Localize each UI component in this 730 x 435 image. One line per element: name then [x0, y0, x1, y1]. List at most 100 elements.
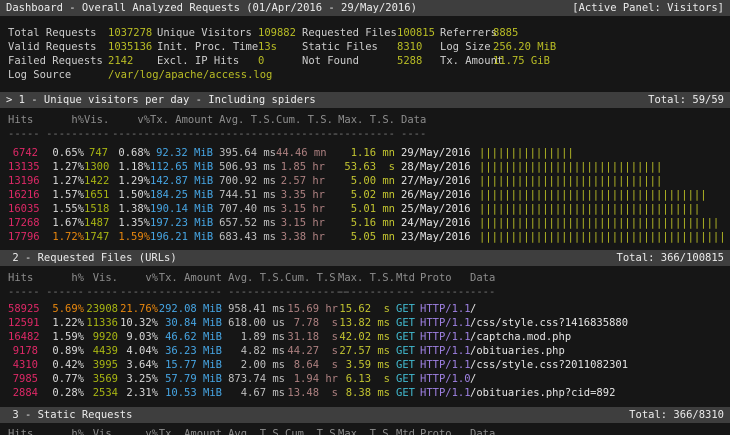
- col-tx-amount: Tx. Amount: [150, 113, 213, 127]
- visitors-percent-cell: 1.35%: [108, 216, 150, 230]
- max-ts-cell: 15.62 s: [338, 302, 390, 316]
- visitors-percent-cell: 1.38%: [108, 202, 150, 216]
- col-hits-percent: h%: [38, 271, 84, 285]
- visitors-percent-cell: 1.59%: [108, 230, 150, 244]
- avg-ts-cell: 707.40 ms: [213, 202, 276, 216]
- panel-1-title: > 1 - Unique visitors per day - Includin…: [6, 92, 316, 108]
- visitor-day-row[interactable]: 13196 1.27% 1422 1.29% 142.87 MiB 700.92…: [0, 174, 730, 188]
- max-ts-cell: 3.59 ms: [338, 358, 390, 372]
- cum-ts-cell: 7.78 s: [285, 316, 338, 330]
- requested-file-row[interactable]: 16482 1.59% 9920 9.03% 46.62 MiB 1.89 ms…: [0, 330, 730, 344]
- visitor-day-row[interactable]: 16035 1.55% 1518 1.38% 190.14 MiB 707.40…: [0, 202, 730, 216]
- url-cell: /: [470, 372, 730, 386]
- visitors-cell: 4439: [84, 344, 118, 358]
- col-hits: Hits: [8, 427, 38, 435]
- summary-value: 100815: [397, 26, 440, 40]
- hits-cell: 16216: [8, 188, 38, 202]
- col-visitors-percent: v%: [118, 271, 158, 285]
- avg-ts-cell: 683.43 ms: [213, 230, 276, 244]
- visitor-day-row[interactable]: 16216 1.57% 1651 1.50% 184.25 MiB 744.51…: [0, 188, 730, 202]
- panel-2-column-headers: Hits h% Vis. v% Tx. Amount Avg. T.S. Cum…: [0, 271, 730, 285]
- visitors-cell: 1487: [84, 216, 108, 230]
- cum-ts-cell: 3.15 hr: [276, 202, 325, 216]
- summary-label: Log Source: [8, 68, 108, 82]
- hits-cell: 17268: [8, 216, 38, 230]
- visitors-cell: 1651: [84, 188, 108, 202]
- max-ts-cell: 27.57 ms: [338, 344, 390, 358]
- visitors-percent-cell: 1.29%: [108, 174, 150, 188]
- hits-bar: |||||||||||||||||||||||||||||||||||||||: [479, 230, 730, 244]
- date-cell: 29/May/2016: [401, 146, 473, 160]
- hits-percent-cell: 0.77%: [38, 372, 84, 386]
- summary-label: [302, 68, 397, 82]
- url-cell: /obituaries.php?cid=892: [470, 386, 730, 400]
- tx-amount-cell: 10.53 MiB: [158, 386, 222, 400]
- max-ts-cell: 53.63 s: [325, 160, 395, 174]
- col-avg-ts: Avg. T.S.: [222, 427, 285, 435]
- visitors-cell: 1518: [84, 202, 108, 216]
- visitors-percent-cell: 4.04%: [118, 344, 158, 358]
- max-ts-cell: 1.16 mn: [325, 146, 395, 160]
- col-visitors: Vis.: [84, 113, 108, 127]
- avg-ts-cell: 4.67 ms: [222, 386, 285, 400]
- requested-file-row[interactable]: 58925 5.69% 23908 21.76% 292.08 MiB 958.…: [0, 302, 730, 316]
- date-cell: 23/May/2016: [401, 230, 473, 244]
- col-max-ts: Max. T.S.: [338, 427, 390, 435]
- col-hits-percent: h%: [38, 113, 84, 127]
- requested-file-row[interactable]: 9178 0.89% 4439 4.04% 36.23 MiB 4.82 ms …: [0, 344, 730, 358]
- summary-value: 2142: [108, 54, 157, 68]
- avg-ts-cell: 958.41 ms: [222, 302, 285, 316]
- summary-row: Failed Requests 2142 Excl. IP Hits 0 Not…: [8, 54, 730, 68]
- hits-cell: 9178: [8, 344, 38, 358]
- url-cell: /css/style.css?2011082301: [470, 358, 730, 372]
- max-ts-cell: 5.05 mn: [325, 230, 395, 244]
- hits-cell: 17796: [8, 230, 38, 244]
- summary-value: /var/log/apache/access.log: [108, 68, 157, 82]
- summary-value: 8885: [493, 26, 730, 40]
- panel-2-title: 2 - Requested Files (URLs): [6, 250, 177, 266]
- panel-2-header[interactable]: 2 - Requested Files (URLs) Total: 366/10…: [0, 250, 730, 266]
- protocol-cell: HTTP/1.1: [420, 344, 470, 358]
- protocol-cell: HTTP/1.1: [420, 386, 470, 400]
- hits-percent-cell: 0.42%: [38, 358, 84, 372]
- hits-cell: 6742: [8, 146, 38, 160]
- hits-cell: 13196: [8, 174, 38, 188]
- panel-3-static-requests: 3 - Static Requests Total: 366/8310 Hits…: [0, 407, 730, 435]
- tx-amount-cell: 15.77 MiB: [158, 358, 222, 372]
- visitor-day-row[interactable]: 6742 0.65% 747 0.68% 92.32 MiB 395.64 ms…: [0, 146, 730, 160]
- tx-amount-cell: 30.84 MiB: [158, 316, 222, 330]
- summary-label: Static Files: [302, 40, 397, 54]
- panel-1-separator: ----- ------ ---- ------ ---------- ----…: [0, 127, 730, 141]
- visitors-percent-cell: 10.32%: [118, 316, 158, 330]
- col-avg-ts: Avg. T.S.: [213, 113, 276, 127]
- summary-label: Log Size: [440, 40, 493, 54]
- col-visitors-percent: v%: [118, 427, 158, 435]
- dashboard-title: Dashboard - Overall Analyzed Requests (0…: [6, 0, 417, 16]
- visitor-day-row[interactable]: 13135 1.27% 1300 1.18% 112.65 MiB 506.93…: [0, 160, 730, 174]
- column-header-row: Hits h% Vis. v% Tx. Amount Avg. T.S. Cum…: [0, 271, 730, 285]
- requested-file-row[interactable]: 2884 0.28% 2534 2.31% 10.53 MiB 4.67 ms …: [0, 386, 730, 400]
- tx-amount-cell: 112.65 MiB: [150, 160, 213, 174]
- visitors-percent-cell: 21.76%: [118, 302, 158, 316]
- requested-file-row[interactable]: 12591 1.22% 11336 10.32% 30.84 MiB 618.0…: [0, 316, 730, 330]
- summary-value: [493, 68, 730, 82]
- visitor-day-row[interactable]: 17268 1.67% 1487 1.35% 197.23 MiB 657.52…: [0, 216, 730, 230]
- avg-ts-cell: 657.52 ms: [213, 216, 276, 230]
- requested-file-row[interactable]: 7985 0.77% 3569 3.25% 57.79 MiB 873.74 m…: [0, 372, 730, 386]
- panel-2-requested-files: 2 - Requested Files (URLs) Total: 366/10…: [0, 250, 730, 400]
- tx-amount-cell: 184.25 MiB: [150, 188, 213, 202]
- max-ts-cell: 5.01 mn: [325, 202, 395, 216]
- col-cum-ts: Cum. T.S.: [285, 427, 338, 435]
- hits-percent-cell: 1.22%: [38, 316, 84, 330]
- visitors-percent-cell: 3.64%: [118, 358, 158, 372]
- summary-label: Unique Visitors: [157, 26, 258, 40]
- panel-3-header[interactable]: 3 - Static Requests Total: 366/8310: [0, 407, 730, 423]
- hits-cell: 7985: [8, 372, 38, 386]
- separator-row: ----- ------ ---- ------ ---------- ----…: [0, 127, 730, 141]
- requested-file-row[interactable]: 4310 0.42% 3995 3.64% 15.77 MiB 2.00 ms …: [0, 358, 730, 372]
- visitor-day-row[interactable]: 17796 1.72% 1747 1.59% 196.21 MiB 683.43…: [0, 230, 730, 244]
- col-avg-ts: Avg. T.S.: [222, 271, 285, 285]
- date-cell: 24/May/2016: [401, 216, 473, 230]
- panel-1-header[interactable]: > 1 - Unique visitors per day - Includin…: [0, 92, 730, 108]
- hits-cell: 16035: [8, 202, 38, 216]
